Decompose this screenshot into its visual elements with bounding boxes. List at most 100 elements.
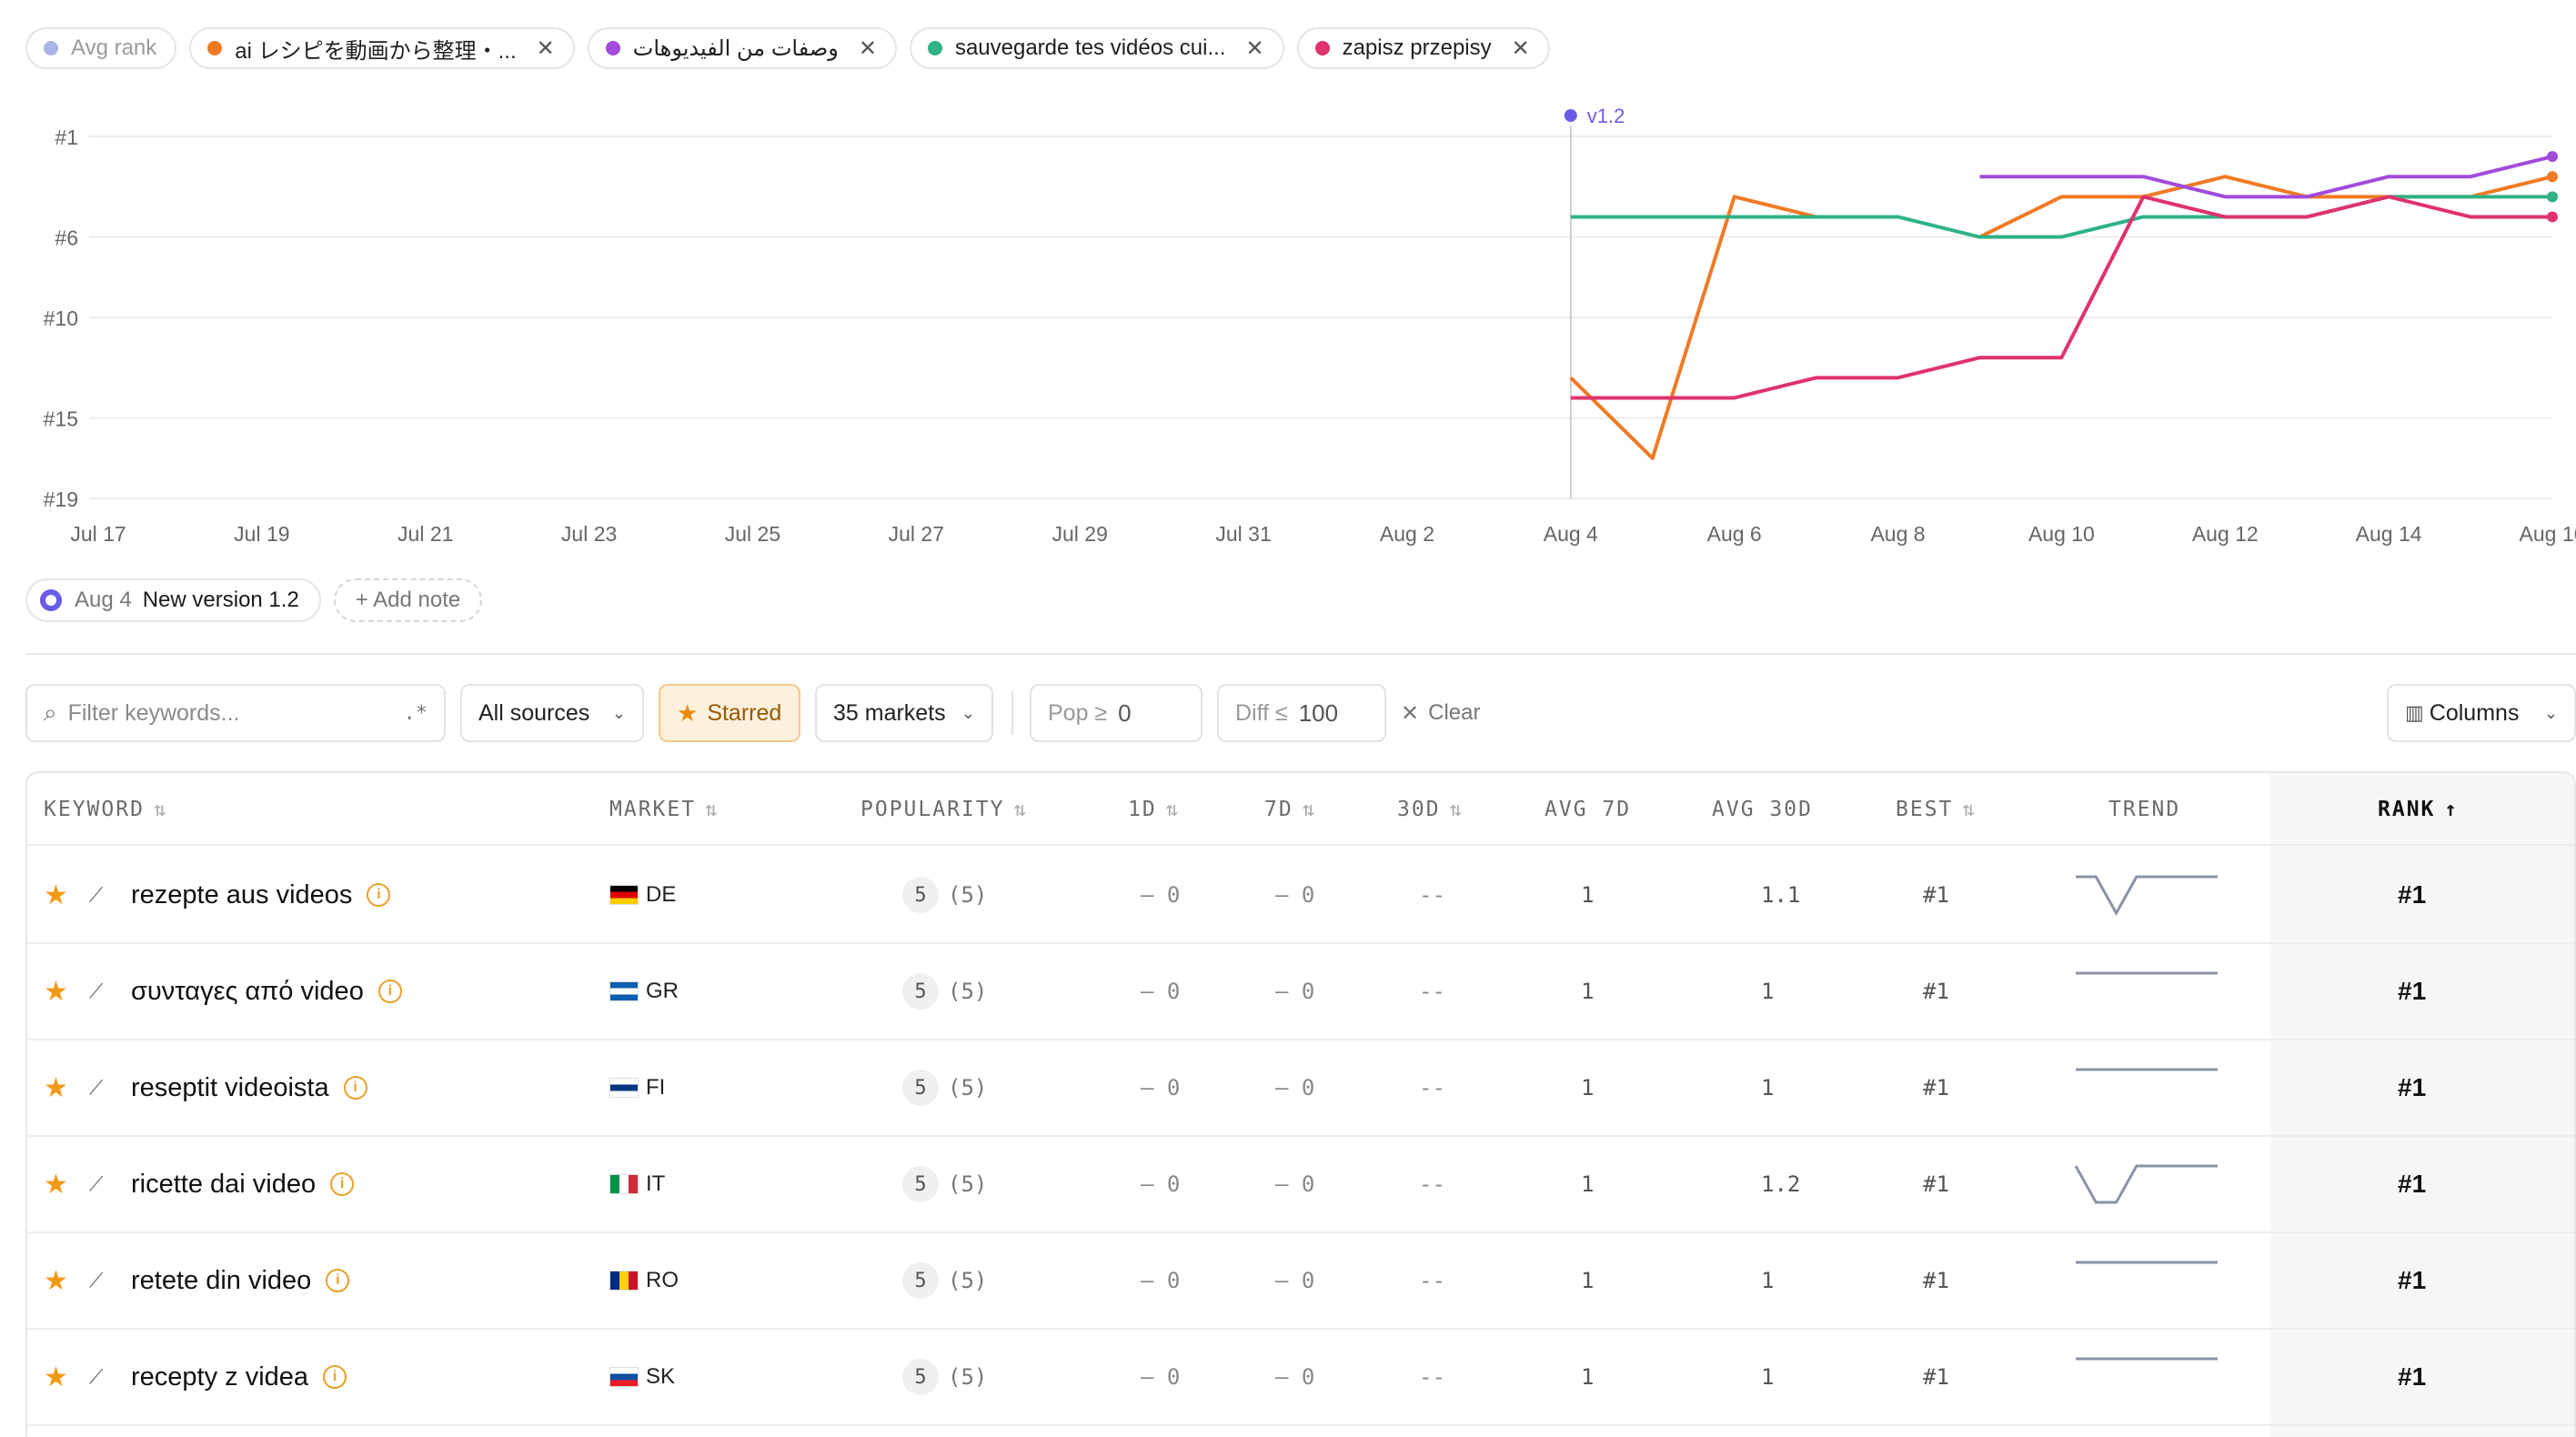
star-icon[interactable]: ★ bbox=[44, 1072, 68, 1104]
rank-cell: #1 bbox=[2398, 1233, 2426, 1328]
popularity-cell: 5 (5) bbox=[902, 1137, 987, 1231]
info-icon[interactable]: i bbox=[323, 1365, 347, 1389]
header-avg30-label: AVG 30D bbox=[1712, 798, 1813, 821]
star-icon[interactable]: ★ bbox=[44, 976, 68, 1008]
diff-value: 100 bbox=[1298, 698, 1339, 727]
note-text: New version 1.2 bbox=[142, 588, 299, 612]
close-icon[interactable]: ✕ bbox=[537, 35, 555, 62]
chart-toggle-cell: ⟋ bbox=[89, 1040, 103, 1135]
header-best[interactable]: BEST ⇅ bbox=[1896, 773, 1975, 846]
add-note-button[interactable]: + Add note bbox=[333, 578, 483, 622]
line-chart-icon[interactable]: ⟋ bbox=[89, 1269, 103, 1292]
x-tick-label: Jul 25 bbox=[725, 522, 780, 546]
clear-filters-button[interactable]: ✕ Clear bbox=[1401, 684, 1480, 742]
change-1d-cell: — 0 bbox=[1141, 1330, 1180, 1424]
columns-button[interactable]: ▥ Columns ⌄ bbox=[2387, 684, 2576, 742]
table-row[interactable]: ★ ⟋ recepty z videa i SK 5 (5) — 0 — 0 -- 1 1 #1 #1 bbox=[27, 1330, 2574, 1426]
line-chart-icon[interactable]: ⟋ bbox=[89, 1365, 103, 1389]
header-popularity-label: POPULARITY bbox=[860, 798, 1005, 821]
header-trend-label: TREND bbox=[2108, 798, 2181, 821]
info-icon[interactable]: i bbox=[343, 1076, 367, 1100]
header-popularity[interactable]: POPULARITY ⇅ bbox=[860, 773, 1026, 846]
legend-chip[interactable]: وصفات من الفيديوهات ✕ bbox=[587, 27, 897, 69]
info-icon[interactable]: i bbox=[326, 1269, 350, 1292]
market-code: DE bbox=[646, 882, 677, 907]
line-chart-icon[interactable]: ⟋ bbox=[89, 883, 103, 907]
market-code: RO bbox=[646, 1268, 679, 1292]
keyword-search-input[interactable]: ⌕ Filter keywords... .* bbox=[25, 684, 446, 742]
info-icon[interactable]: i bbox=[330, 1172, 355, 1196]
change-1d-cell: — 0 bbox=[1141, 1040, 1180, 1135]
keyword-text[interactable]: reseptit videoista bbox=[131, 1073, 329, 1103]
popularity-total: (5) bbox=[948, 1075, 988, 1100]
keyword-text[interactable]: rezepte aus videos bbox=[131, 880, 352, 910]
star-icon[interactable]: ★ bbox=[44, 879, 68, 911]
avg-30d: 1 bbox=[1761, 1364, 1775, 1390]
info-icon[interactable]: i bbox=[367, 883, 391, 907]
header-rank[interactable]: RANK ↑ bbox=[2378, 773, 2457, 846]
table-row[interactable]: ★ ⟋ συνταγες από video i GR 5 (5) — 0 — 0 -- 1 1 #1 #… bbox=[27, 944, 2574, 1040]
table-row[interactable]: ★ ⟋ rezepte aus videos i DE 5 (5) — 0 — 0 -- 1 1.1 #… bbox=[27, 848, 2574, 944]
keyword-text[interactable]: retete din video bbox=[131, 1266, 311, 1296]
starred-filter-button[interactable]: ★ Starred bbox=[659, 684, 800, 742]
series-color-dot-icon bbox=[605, 41, 620, 55]
x-tick-label: Aug 6 bbox=[1707, 522, 1762, 546]
market-cell: SK bbox=[609, 1330, 675, 1424]
best-rank-cell: #1 bbox=[1923, 1233, 1949, 1328]
legend-chip[interactable]: ai レシピを動画から整理・... ✕ bbox=[189, 27, 575, 69]
markets-dropdown[interactable]: 35 markets ⌄ bbox=[815, 684, 993, 742]
avg-30d: 1.1 bbox=[1761, 882, 1801, 908]
header-keyword[interactable]: KEYWORD ⇅ bbox=[44, 773, 166, 846]
star-cell: ★ bbox=[44, 1137, 68, 1231]
keyword-cell: ricette dai video i bbox=[131, 1137, 355, 1231]
x-tick-label: Jul 17 bbox=[70, 522, 126, 546]
star-icon[interactable]: ★ bbox=[44, 1169, 68, 1201]
line-chart-icon[interactable]: ⟋ bbox=[89, 980, 103, 1003]
table-row[interactable]: ★ ⟋ reseptit videoista i FI 5 (5) — 0 — 0 -- 1 1 #1 #… bbox=[27, 1040, 2574, 1137]
change-30d: -- bbox=[1419, 1364, 1445, 1390]
header-1d[interactable]: 1D ⇅ bbox=[1128, 773, 1178, 846]
change-1d: — 0 bbox=[1141, 979, 1181, 1004]
market-cell: DE bbox=[609, 848, 676, 942]
line-chart-icon[interactable]: ⟋ bbox=[89, 1172, 103, 1196]
popularity-min-input[interactable]: Pop ≥ 0 bbox=[1030, 684, 1202, 742]
header-market[interactable]: MARKET ⇅ bbox=[609, 773, 717, 846]
table-row[interactable]: ★ ⟋ ricette dai video i IT 5 (5) — 0 — 0 -- 1 1.2 #1… bbox=[27, 1137, 2574, 1233]
note-chip[interactable]: Aug 4 New version 1.2 bbox=[25, 578, 321, 622]
legend-chip[interactable]: sauvegarde tes vidéos cui... ✕ bbox=[909, 27, 1284, 69]
sources-dropdown[interactable]: All sources ⌄ bbox=[460, 684, 644, 742]
header-avg30[interactable]: AVG 30D bbox=[1712, 773, 1813, 846]
chart-toggle-cell: ⟋ bbox=[89, 944, 103, 1039]
keyword-text[interactable]: ricette dai video bbox=[131, 1170, 316, 1200]
regex-toggle[interactable]: .* bbox=[404, 702, 428, 725]
pop-label: Pop ≥ bbox=[1048, 699, 1108, 726]
table-row[interactable]: ★ ⟋ retete din video i RO 5 (5) — 0 — 0 -- 1 1 #1 #1 bbox=[27, 1233, 2574, 1330]
legend-chip[interactable]: Avg rank bbox=[25, 27, 177, 69]
header-7d[interactable]: 7D ⇅ bbox=[1264, 773, 1314, 846]
chevron-down-icon: ⌄ bbox=[611, 703, 626, 722]
header-avg7[interactable]: AVG 7D bbox=[1545, 773, 1631, 846]
series-line bbox=[1569, 195, 1817, 460]
header-30d[interactable]: 30D ⇅ bbox=[1397, 773, 1462, 846]
avg-30d: 1 bbox=[1761, 979, 1775, 1004]
star-icon[interactable]: ★ bbox=[44, 1265, 68, 1297]
keyword-cell: rezepte aus videos i bbox=[131, 848, 391, 942]
difficulty-max-input[interactable]: Diff ≤ 100 bbox=[1217, 684, 1386, 742]
change-1d: — 0 bbox=[1141, 1364, 1181, 1390]
info-icon[interactable]: i bbox=[377, 980, 402, 1003]
current-rank: #1 bbox=[2398, 977, 2427, 1005]
change-30d: -- bbox=[1419, 979, 1445, 1004]
close-icon[interactable]: ✕ bbox=[1512, 35, 1530, 62]
star-icon[interactable]: ★ bbox=[44, 1362, 68, 1393]
current-rank: #1 bbox=[2398, 1170, 2427, 1198]
avg-7d: 1 bbox=[1581, 979, 1595, 1004]
header-market-label: MARKET bbox=[609, 798, 697, 821]
legend-chip[interactable]: zapisz przepisy ✕ bbox=[1296, 27, 1550, 69]
keyword-text[interactable]: συνταγες από video bbox=[131, 977, 364, 1007]
close-icon[interactable]: ✕ bbox=[859, 35, 877, 62]
avg-7d-cell: 1 bbox=[1581, 1040, 1594, 1135]
line-chart-icon[interactable]: ⟋ bbox=[89, 1076, 103, 1100]
star-cell: ★ bbox=[44, 944, 68, 1039]
keyword-text[interactable]: recepty z videa bbox=[131, 1362, 308, 1392]
close-icon[interactable]: ✕ bbox=[1245, 35, 1263, 62]
